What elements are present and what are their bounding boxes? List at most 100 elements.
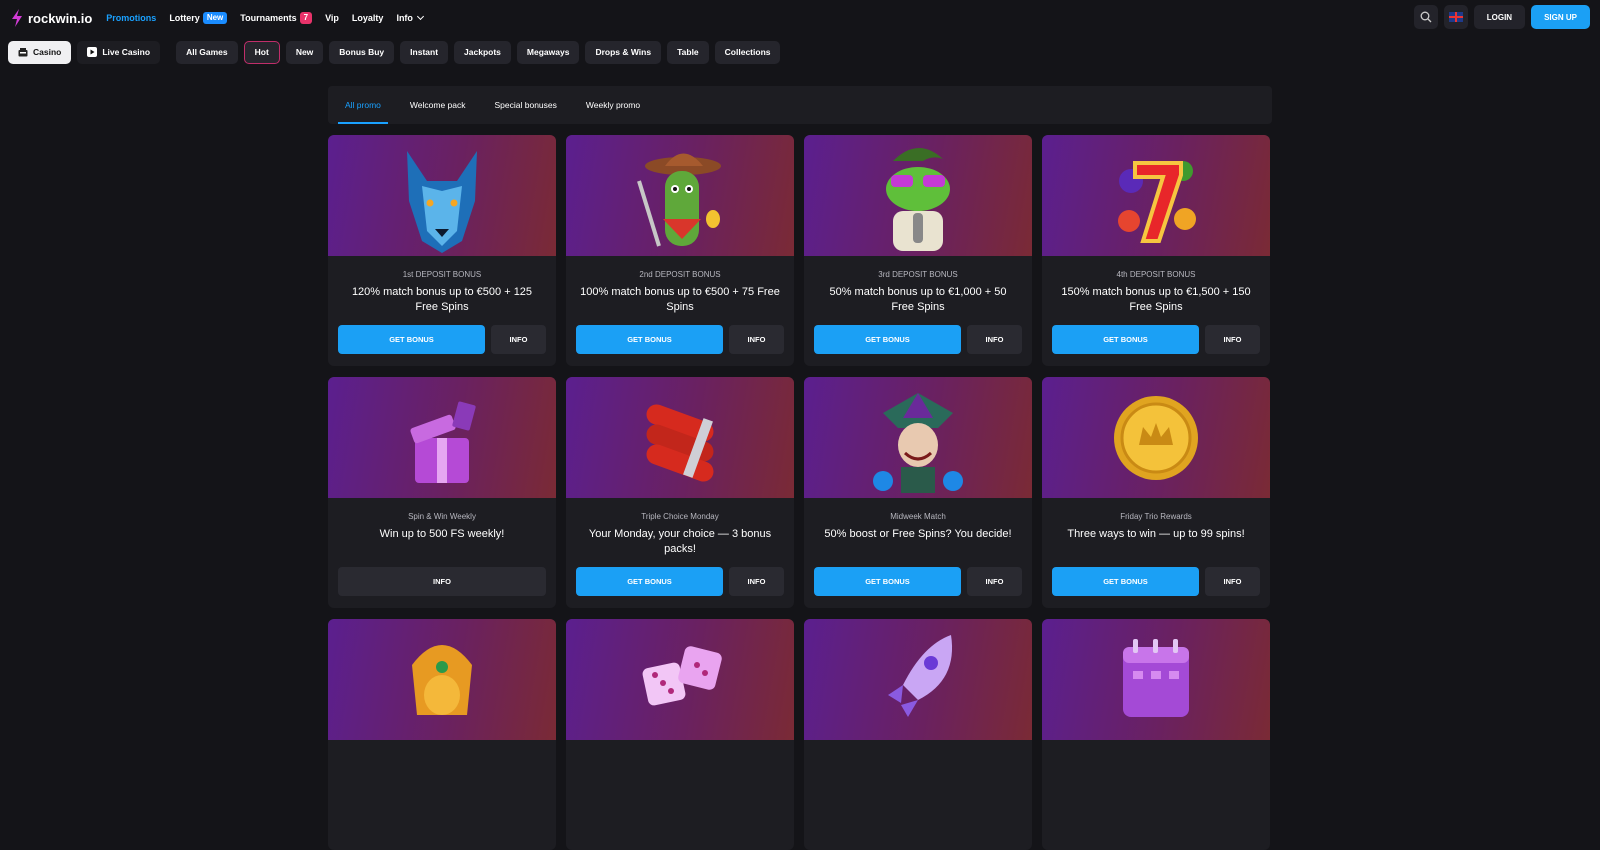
get-bonus-button[interactable]: GET BONUS [1052,325,1199,354]
language-button[interactable] [1443,5,1468,29]
nav-loyalty[interactable]: Loyalty [352,13,384,23]
login-button[interactable]: LOGIN [1473,5,1526,29]
category-megaways[interactable]: Megaways [516,40,580,64]
promo-image [804,619,1032,740]
info-button[interactable]: INFO [1205,567,1260,596]
category-all-games[interactable]: All Games [176,40,238,64]
main-nav: Promotions Lottery New Tournaments 7 Vip L… [106,12,424,24]
category-live-casino[interactable]: Live Casino [77,40,161,64]
nav-lottery-label: Lottery [169,13,200,23]
promo-image [1042,377,1270,498]
category-drops-wins[interactable]: Drops & Wins [585,40,662,64]
promo-actions: GET BONUS INFO [576,325,784,354]
category-hot[interactable]: Hot [243,40,280,64]
get-bonus-button[interactable]: GET BONUS [576,567,723,596]
nav-vip[interactable]: Vip [325,13,339,23]
promo-title: Your Monday, your choice — 3 bonus packs… [588,528,772,555]
nav-tournaments[interactable]: Tournaments 7 [240,12,313,24]
promo-actions: GET BONUS INFO [814,567,1022,596]
promo-image [1042,135,1270,256]
info-button[interactable]: INFO [338,567,546,596]
tab-weekly-promo[interactable]: Weekly promo [579,86,647,124]
play-icon [87,47,98,57]
promo-image [328,377,556,498]
promo-image [328,135,556,256]
promo-image [566,135,794,256]
header-actions: LOGIN SIGN UP [1413,5,1590,29]
new-badge: New [202,12,228,24]
category-new[interactable]: New [285,40,324,64]
elephant-idol-icon [412,645,472,715]
promo-title: 150% match bonus up to €1,500 + 150 Free… [1061,286,1251,313]
info-button[interactable]: INFO [967,567,1022,596]
bolt-logo-icon [12,9,22,27]
search-icon [1420,11,1432,23]
category-casino[interactable]: Casino [8,40,72,64]
promo-actions: GET BONUS INFO [1052,567,1260,596]
dice-icon [642,646,722,706]
nav-info[interactable]: Info [396,12,424,23]
info-button[interactable]: INFO [967,325,1022,354]
promo-subtitle: 4th DEPOSIT BONUS [1116,270,1196,279]
get-bonus-button[interactable]: GET BONUS [338,325,485,354]
nav-info-label: Info [396,13,413,23]
category-instant[interactable]: Instant [400,40,449,64]
promo-card [1042,619,1270,850]
get-bonus-button[interactable]: GET BONUS [814,325,961,354]
promo-subtitle: Midweek Match [890,512,946,521]
promo-card: 1st DEPOSIT BONUS 120% match bonus up to… [328,135,556,366]
promo-image [566,619,794,740]
signup-button[interactable]: SIGN UP [1531,5,1590,29]
gold-coin-icon [1114,396,1198,480]
get-bonus-button[interactable]: GET BONUS [814,567,961,596]
promo-title: Win up to 500 FS weekly! [379,528,505,540]
info-button[interactable]: INFO [1205,325,1260,354]
promo-card: Midweek Match 50% boost or Free Spins? Y… [804,377,1032,608]
promo-subtitle: 2nd DEPOSIT BONUS [639,270,721,279]
promo-card [566,619,794,850]
promo-image [804,135,1032,256]
tab-all-promo[interactable]: All promo [338,86,388,124]
lucky-seven-icon [1118,161,1196,243]
promo-image [566,377,794,498]
nav-lottery[interactable]: Lottery New [169,12,228,24]
promo-image [328,619,556,740]
promo-subtitle: Friday Trio Rewards [1120,512,1192,521]
promo-card [804,619,1032,850]
promo-title: 50% match bonus up to €1,000 + 50 Free S… [829,286,1007,313]
promo-actions: GET BONUS INFO [1052,325,1260,354]
get-bonus-button[interactable]: GET BONUS [576,325,723,354]
nav-tournaments-label: Tournaments [240,13,297,23]
tab-special-bonuses[interactable]: Special bonuses [488,86,564,124]
promo-tabs: All promo Welcome pack Special bonuses W… [328,86,1272,124]
top-header: rockwin.io Promotions Lottery New Tournam… [0,0,1600,36]
gift-box-icon [410,401,476,483]
cactus-cowboy-icon [637,153,721,247]
category-collections[interactable]: Collections [714,40,781,64]
promo-image [804,377,1032,498]
info-button[interactable]: INFO [729,325,784,354]
brand-logo[interactable]: rockwin.io [10,9,92,27]
promo-card: 4th DEPOSIT BONUS 150% match bonus up to… [1042,135,1270,366]
nav-promotions-label: Promotions [106,13,157,23]
get-bonus-button[interactable]: GET BONUS [1052,567,1199,596]
promo-card: 3rd DEPOSIT BONUS 50% match bonus up to … [804,135,1032,366]
promo-card [328,619,556,850]
category-bonus-buy[interactable]: Bonus Buy [329,40,395,64]
nav-promotions[interactable]: Promotions [106,13,156,23]
tab-welcome-pack[interactable]: Welcome pack [403,86,473,124]
promo-card: Spin & Win Weekly Win up to 500 FS weekl… [328,377,556,608]
promo-title: Three ways to win — up to 99 spins! [1067,528,1245,540]
brand-name: rockwin.io [28,10,93,26]
promo-actions: GET BONUS INFO [338,325,546,354]
wolf-icon [407,151,477,253]
promo-grid: 1st DEPOSIT BONUS 120% match bonus up to… [328,135,1272,850]
category-jackpots[interactable]: Jackpots [454,40,511,64]
category-table[interactable]: Table [667,40,709,64]
promo-title: 50% boost or Free Spins? You decide! [824,528,1012,540]
jester-icon [873,393,963,493]
info-button[interactable]: INFO [729,567,784,596]
promo-subtitle: 1st DEPOSIT BONUS [402,270,482,279]
search-button[interactable] [1413,5,1438,29]
info-button[interactable]: INFO [491,325,546,354]
